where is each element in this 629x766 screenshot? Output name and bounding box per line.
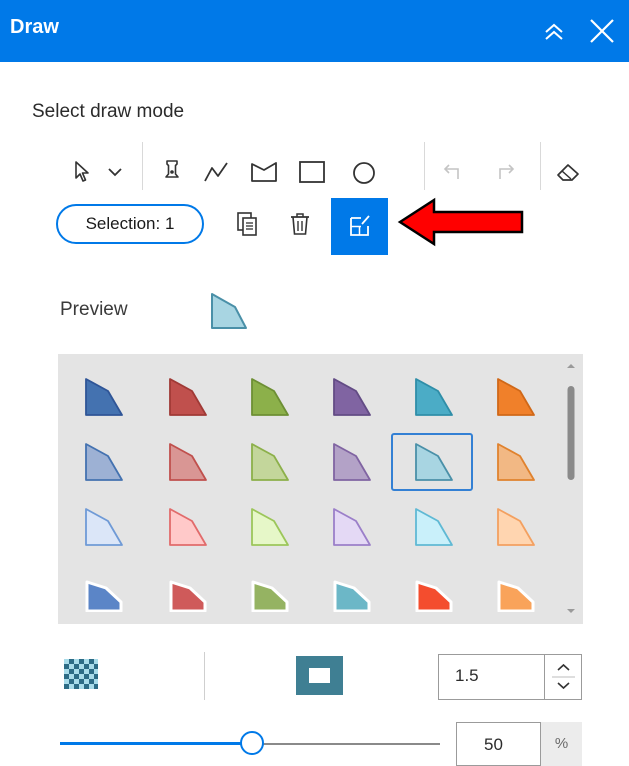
transparency-slider-thumb[interactable] — [240, 731, 264, 755]
undo-button[interactable] — [432, 152, 472, 192]
symbol-swatch[interactable] — [250, 507, 290, 547]
preview-label: Preview — [60, 299, 128, 320]
symbol-swatch[interactable] — [250, 572, 290, 612]
select-tool[interactable] — [64, 152, 104, 192]
copy-button[interactable] — [227, 204, 267, 244]
symbol-swatch[interactable] — [332, 507, 372, 547]
undo-icon — [443, 164, 459, 179]
toolbar-divider — [142, 142, 143, 190]
chevron-down-icon — [108, 168, 122, 177]
polyline-icon — [204, 162, 228, 182]
select-dropdown[interactable] — [100, 152, 130, 192]
symbol-swatch[interactable] — [414, 442, 454, 482]
outline-color-button[interactable] — [296, 656, 343, 695]
symbol-swatch[interactable] — [84, 572, 124, 612]
redo-button[interactable] — [486, 152, 526, 192]
close-button[interactable] — [585, 14, 619, 48]
symbol-swatch[interactable] — [414, 377, 454, 417]
circle-icon — [353, 162, 375, 184]
eraser-icon — [557, 164, 579, 181]
gallery-scrollbar[interactable] — [563, 360, 579, 618]
close-icon — [590, 19, 614, 43]
controls-divider — [204, 652, 205, 700]
symbol-swatch[interactable] — [84, 377, 124, 417]
symbol-swatch[interactable] — [168, 572, 208, 612]
symbol-swatch[interactable] — [332, 442, 372, 482]
red-arrow-annotation — [397, 197, 524, 247]
toolbar-divider — [540, 142, 541, 190]
cursor-icon — [75, 161, 89, 182]
symbol-swatch[interactable] — [250, 442, 290, 482]
redo-icon — [499, 164, 515, 179]
symbol-swatch[interactable] — [332, 377, 372, 417]
edit-geometry-icon — [350, 215, 370, 236]
pushpin-icon — [165, 160, 179, 178]
fill-pattern-button[interactable] — [64, 659, 98, 689]
polyline-tool[interactable] — [196, 152, 236, 192]
edit-geometry-button[interactable] — [331, 198, 388, 255]
symbol-swatch[interactable] — [414, 507, 454, 547]
symbol-swatch[interactable] — [168, 377, 208, 417]
preview-symbol — [211, 293, 247, 329]
symbol-swatch[interactable] — [84, 507, 124, 547]
draw-mode-label: Select draw mode — [32, 101, 185, 122]
point-tool[interactable] — [152, 152, 192, 192]
symbol-swatch[interactable] — [496, 572, 536, 612]
outline-width-stepper[interactable] — [544, 654, 582, 700]
selection-count-button[interactable]: Selection: 1 — [56, 204, 204, 244]
polygon-tool[interactable] — [244, 152, 284, 192]
stepper-icons — [552, 663, 575, 690]
symbol-swatch[interactable] — [414, 572, 454, 612]
circle-tool[interactable] — [342, 152, 382, 192]
symbol-swatch[interactable] — [84, 442, 124, 482]
symbol-swatch[interactable] — [496, 507, 536, 547]
trash-icon — [291, 213, 309, 235]
percent-unit-label: % — [540, 722, 582, 766]
toolbar-divider — [424, 142, 425, 190]
collapse-button[interactable] — [539, 16, 569, 46]
rectangle-tool[interactable] — [292, 152, 332, 192]
symbol-swatch[interactable] — [250, 377, 290, 417]
symbol-swatch[interactable] — [496, 377, 536, 417]
double-chevron-up-icon — [545, 23, 563, 40]
panel-header — [0, 0, 629, 62]
delete-button[interactable] — [280, 204, 320, 244]
symbol-swatch[interactable] — [496, 442, 536, 482]
symbol-swatch[interactable] — [332, 572, 372, 612]
transparency-value: 50 — [484, 735, 503, 754]
panel-title: Draw — [10, 16, 59, 38]
copy-icon — [237, 212, 257, 236]
polygon-icon — [251, 162, 277, 182]
symbol-swatch[interactable] — [168, 507, 208, 547]
rectangle-icon — [299, 161, 325, 183]
symbol-swatch[interactable] — [168, 442, 208, 482]
transparency-slider-fill — [60, 742, 252, 745]
clear-button[interactable] — [548, 152, 588, 192]
outline-width-value: 1.5 — [455, 666, 479, 685]
